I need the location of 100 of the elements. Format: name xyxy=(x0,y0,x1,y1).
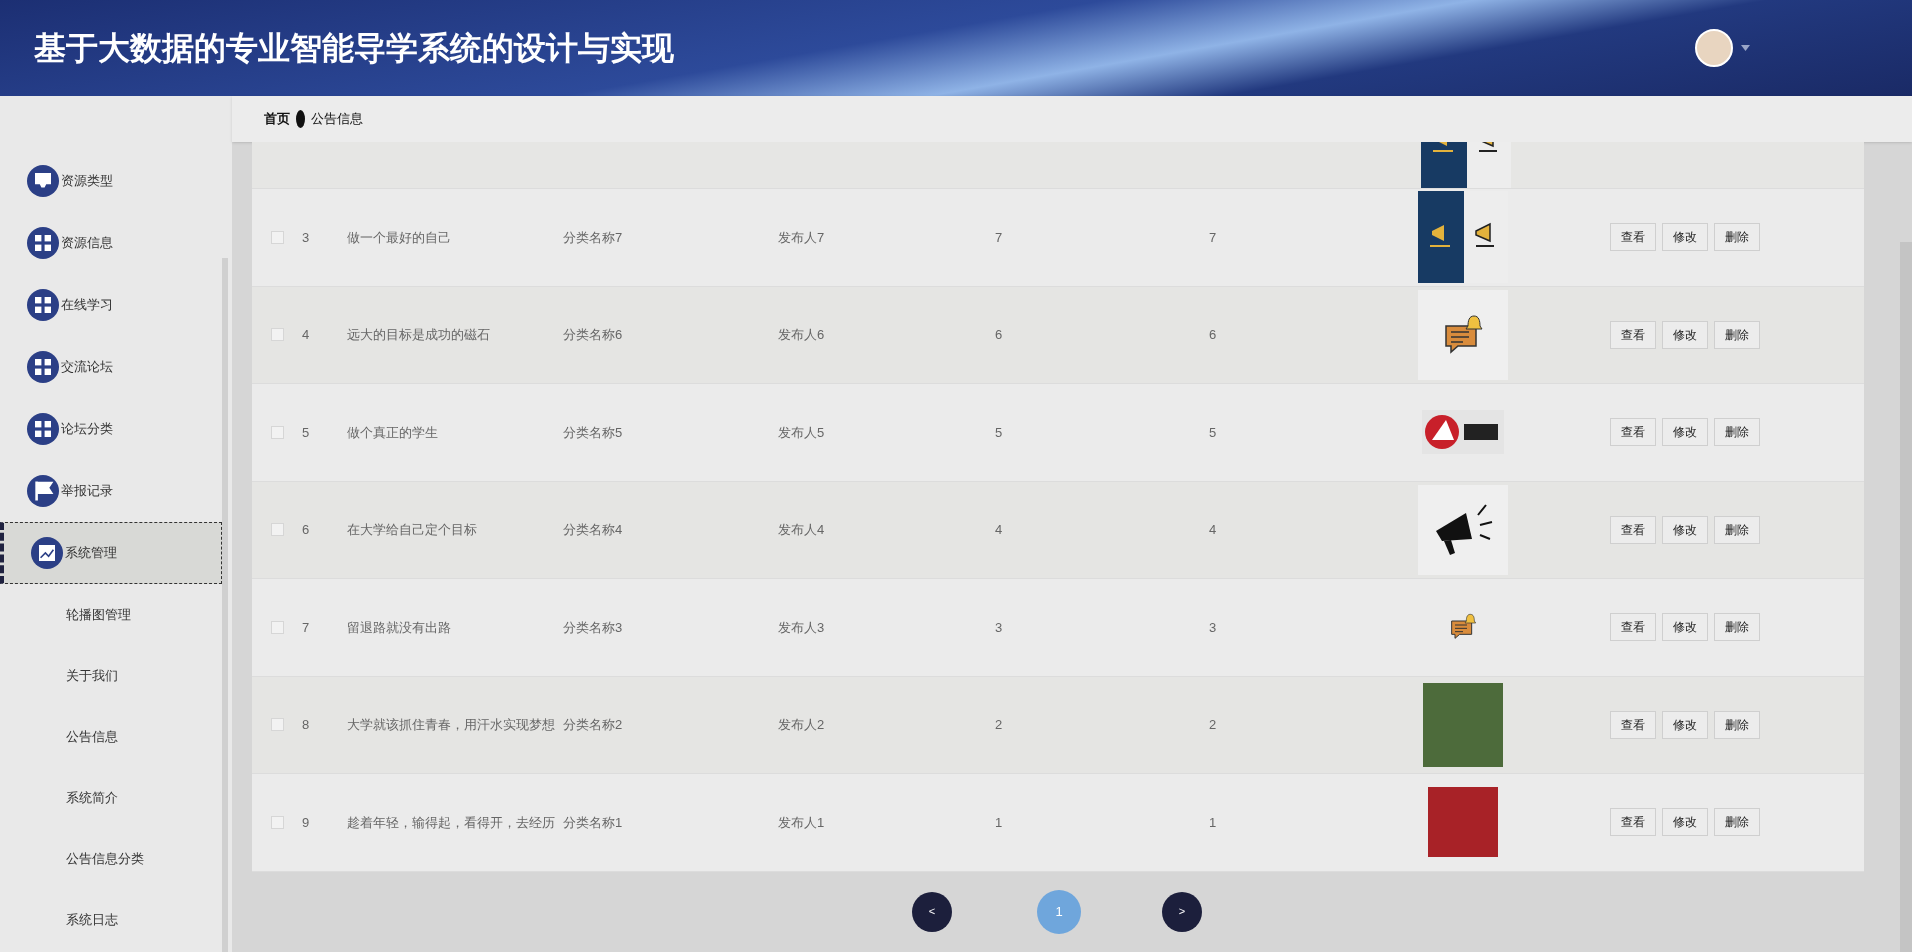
grid-icon xyxy=(27,227,59,259)
action-button[interactable]: 修改 xyxy=(1662,320,1708,349)
table-cell: 做个真正的学生 xyxy=(347,424,438,440)
row-checkbox[interactable] xyxy=(270,328,284,342)
grid-icon xyxy=(27,413,59,445)
action-button[interactable]: 修改 xyxy=(1662,223,1708,252)
row-checkbox[interactable] xyxy=(270,815,284,829)
notice-poster-image xyxy=(1428,787,1498,858)
tray-icon xyxy=(27,165,59,197)
submenu-item[interactable]: 关于我们 xyxy=(0,645,222,706)
action-button[interactable]: 修改 xyxy=(1662,418,1708,447)
submenu-item[interactable]: 轮播图管理 xyxy=(0,584,222,645)
grid-icon xyxy=(27,351,59,383)
action-button[interactable]: 查看 xyxy=(1610,223,1656,252)
submenu-item[interactable]: 公告信息分类 xyxy=(0,828,222,889)
table-cell: 5 xyxy=(995,424,1003,440)
table-cell: 分类名称6 xyxy=(563,327,623,342)
sidebar-item[interactable]: 论坛分类 xyxy=(0,398,222,460)
submenu-item[interactable]: 系统日志 xyxy=(0,889,222,950)
table-cell: 1 xyxy=(1209,814,1217,830)
action-button[interactable]: 查看 xyxy=(1610,320,1656,349)
table-cell: 3 xyxy=(1209,619,1217,635)
table-cell: 发布人2 xyxy=(778,717,825,732)
table-cell: 分类名称4 xyxy=(563,522,623,537)
action-button[interactable]: 修改 xyxy=(1662,808,1708,837)
table-cell: 5 xyxy=(1209,424,1217,440)
breadcrumb-item: 公告信息 xyxy=(311,110,363,129)
table-cell: 3 xyxy=(302,229,310,245)
table-cell: 1 xyxy=(995,814,1003,830)
table-cell: 发布人7 xyxy=(778,229,825,245)
submenu-item[interactable]: 公告信息 xyxy=(0,706,222,767)
sidebar-item[interactable]: 资源类型 xyxy=(0,150,222,212)
table-cell: 发布人1 xyxy=(778,814,825,830)
table-cell: 6 xyxy=(995,327,1003,342)
table-cell: 7 xyxy=(995,229,1003,245)
table-cell: 分类名称2 xyxy=(563,717,623,732)
row-checkbox[interactable] xyxy=(270,620,284,634)
table-cell: 8 xyxy=(302,717,310,732)
table-cell: 分类名称3 xyxy=(563,619,623,635)
table-cell: 7 xyxy=(302,619,310,635)
table-cell: 9 xyxy=(302,814,310,830)
breadcrumb-item[interactable]: 首页 xyxy=(264,109,290,129)
action-button[interactable]: 删除 xyxy=(1714,320,1760,349)
action-button[interactable]: 删除 xyxy=(1714,710,1760,739)
scrollbar[interactable] xyxy=(222,258,228,952)
action-button[interactable]: 查看 xyxy=(1610,710,1656,739)
action-button[interactable]: 修改 xyxy=(1662,515,1708,544)
sidebar-item[interactable]: 系统管理 xyxy=(0,522,222,584)
table-cell: 远大的目标是成功的磁石 xyxy=(347,327,490,342)
table-cell: 趁着年轻，输得起，看得开，去经历 xyxy=(347,814,555,830)
sidebar-item[interactable]: 资源信息 xyxy=(0,212,222,274)
caret-icon[interactable] xyxy=(1741,45,1750,51)
table-cell: 发布人3 xyxy=(778,619,825,635)
table-cell: 4 xyxy=(1209,522,1217,537)
action-button[interactable]: 删除 xyxy=(1714,418,1760,447)
table-cell: 4 xyxy=(302,327,310,342)
table-cell: 做一个最好的自己 xyxy=(347,229,451,245)
next-page-button[interactable]: > xyxy=(1162,891,1202,932)
app-title: 基于大数据的专业智能导学系统的设计与实现 xyxy=(34,29,674,68)
table-cell: 2 xyxy=(1209,717,1217,732)
table-cell: 发布人4 xyxy=(778,522,825,537)
table-cell: 发布人5 xyxy=(778,424,825,440)
sidebar-item[interactable]: 举报记录 xyxy=(0,460,222,522)
sidebar-item[interactable]: 在线学习 xyxy=(0,274,222,336)
action-button[interactable]: 修改 xyxy=(1662,710,1708,739)
grid-icon xyxy=(27,289,59,321)
separator-icon xyxy=(296,110,305,128)
table-cell: 3 xyxy=(995,619,1003,635)
action-button[interactable]: 查看 xyxy=(1610,808,1656,837)
row-checkbox[interactable] xyxy=(270,718,284,732)
table-cell: 分类名称5 xyxy=(563,424,623,440)
action-button[interactable]: 查看 xyxy=(1610,418,1656,447)
row-checkbox[interactable] xyxy=(270,523,284,537)
table-cell: 分类名称7 xyxy=(563,229,623,245)
table-cell: 大学就该抓住青春，用汗水实现梦想 xyxy=(347,717,555,732)
table-cell: 6 xyxy=(302,522,310,537)
table-cell: 在大学给自己定个目标 xyxy=(347,522,477,537)
action-button[interactable]: 查看 xyxy=(1610,515,1656,544)
chart-icon xyxy=(31,537,63,569)
action-button[interactable]: 删除 xyxy=(1714,808,1760,837)
table-cell: 7 xyxy=(1209,229,1217,245)
previous-page-button[interactable]: < xyxy=(912,891,952,932)
flag-icon xyxy=(27,475,59,507)
row-checkbox[interactable] xyxy=(270,425,284,439)
table-cell: 留退路就没有出路 xyxy=(347,619,451,635)
row-checkbox[interactable] xyxy=(270,230,284,244)
table-cell: 5 xyxy=(302,424,310,440)
action-button[interactable]: 查看 xyxy=(1610,613,1656,642)
action-button[interactable]: 删除 xyxy=(1714,515,1760,544)
action-button[interactable]: 修改 xyxy=(1662,613,1708,642)
action-button[interactable]: 删除 xyxy=(1714,223,1760,252)
action-button[interactable]: 删除 xyxy=(1714,613,1760,642)
table-cell: 6 xyxy=(1209,327,1217,342)
table-cell: 2 xyxy=(995,717,1003,732)
table-cell: 4 xyxy=(995,522,1003,537)
table-cell: 发布人6 xyxy=(778,327,825,342)
avatar[interactable] xyxy=(1695,29,1733,67)
sidebar-item[interactable]: 交流论坛 xyxy=(0,336,222,398)
submenu-item[interactable]: 系统简介 xyxy=(0,767,222,828)
table-cell: 分类名称1 xyxy=(563,814,623,830)
